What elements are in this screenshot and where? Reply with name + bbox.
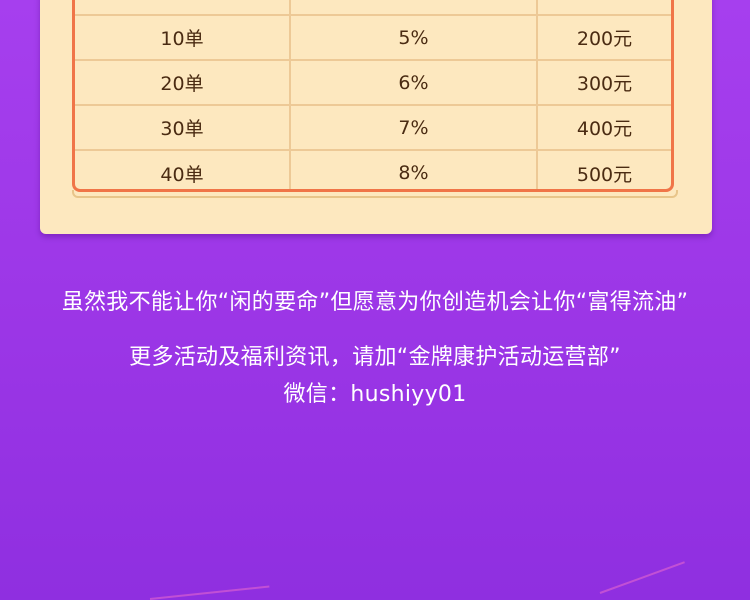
orders-cell: 10单: [75, 15, 291, 61]
table-row: 30单 7% 400元: [75, 105, 671, 151]
rate-cell: 5%: [290, 15, 538, 61]
rate-cell: 7%: [290, 105, 538, 151]
orders-cell: 40单: [75, 150, 291, 189]
wechat-contact: 微信：hushiyy01: [283, 382, 467, 407]
rate-cell: 8%: [290, 150, 538, 189]
rate-cell: 6%: [290, 60, 538, 106]
table-row: 40单 8% 500元: [75, 150, 671, 189]
reward-table: 10单 5% 200元 20单 6% 300元 30单 7% 400元 40单 …: [75, 0, 671, 189]
table-cell: [75, 0, 291, 16]
slogan-text: 虽然我不能让你“闲的要命”但愿意为你创造机会让你“富得流油”: [61, 290, 689, 315]
bonus-cell: 300元: [537, 60, 671, 106]
bonus-cell: 500元: [576, 163, 633, 186]
table-row: 10单 5% 200元: [75, 15, 671, 61]
orders-cell: 20单: [75, 60, 291, 106]
bonus-cell: 200元: [537, 15, 671, 61]
reward-table-container: 10单 5% 200元 20单 6% 300元 30单 7% 400元 40单 …: [72, 0, 674, 192]
more-info-text: 更多活动及福利资讯，请加“金牌康护活动运营部”: [129, 345, 621, 370]
table-row-partial: [75, 0, 671, 16]
table-cell: [537, 0, 671, 16]
orders-cell: 30单: [75, 105, 291, 151]
table-row: 20单 6% 300元: [75, 60, 671, 106]
bonus-cell: 400元: [537, 105, 671, 151]
table-cell: [290, 0, 538, 16]
